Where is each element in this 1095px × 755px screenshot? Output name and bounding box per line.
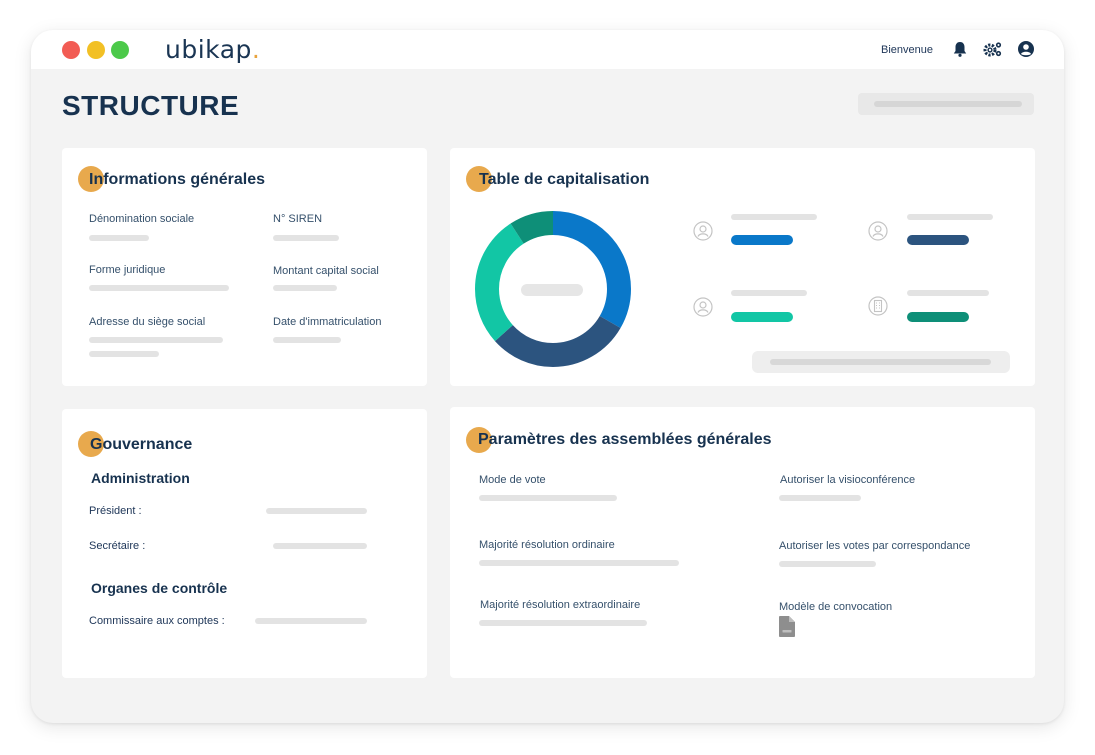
address-value-line2 [89,351,159,357]
ordinary-majority-label: Majorité résolution ordinaire [479,539,615,551]
holder-name [731,214,817,220]
assemblies-card: Paramètres des assemblées générales Mode… [450,407,1035,678]
pdf-file-icon[interactable] [779,616,795,637]
extraordinary-majority-label: Majorité résolution extraordinaire [480,599,641,611]
capital-label: Montant capital social [273,265,379,277]
cap-table-card: Table de capitalisation [450,148,1035,386]
holder-bar-teal [731,312,793,322]
secretary-label: Secrétaire : [89,540,146,552]
cap-donut-chart[interactable] [473,209,633,369]
siren-value [273,235,339,241]
page-title: STRUCTURE [62,90,240,121]
app-window: ubikap. Bienvenue STRUCTURE Informations… [31,30,1064,723]
denomination-value [89,235,149,241]
ordinary-majority-value [479,560,679,566]
extraordinary-majority-value [479,620,647,626]
welcome-text: Bienvenue [881,44,933,56]
correspondence-value [779,561,876,567]
president-value [266,508,367,514]
address-value-line1 [89,337,223,343]
address-label: Adresse du siège social [89,316,206,328]
cap-table-action-placeholder[interactable] [752,351,1010,373]
top-bar: ubikap. Bienvenue [31,30,1064,69]
auditor-value [255,618,367,624]
user-icon [693,221,713,241]
siren-label: N° SIREN [273,213,323,225]
card-title: Gouvernance [90,436,193,453]
card-title: Informations générales [89,171,266,188]
holder-name [907,214,993,220]
registration-date-value [273,337,341,343]
user-icon [693,297,713,317]
correspondence-label: Autoriser les votes par correspondance [779,540,971,552]
window-minimize-dot[interactable] [87,41,105,59]
window-close-dot[interactable] [62,41,80,59]
denomination-label: Dénomination sociale [89,213,195,225]
administration-heading: Administration [91,470,190,486]
control-bodies-heading: Organes de contrôle [91,580,228,596]
registration-date-label: Date d'immatriculation [273,316,382,328]
window-maximize-dot[interactable] [111,41,129,59]
user-icon [868,221,888,241]
auditor-label: Commissaire aux comptes : [89,615,225,627]
visio-value [779,495,861,501]
gears-icon[interactable] [982,40,1004,58]
template-label: Modèle de convocation [779,601,893,613]
vote-mode-value [479,495,617,501]
holder-bar-green [907,312,969,322]
card-title: Table de capitalisation [479,171,650,188]
app-logo[interactable]: ubikap. [165,35,260,64]
bell-icon[interactable] [951,40,969,58]
holder-name [731,290,807,296]
legal-form-label: Forme juridique [89,264,166,276]
visio-label: Autoriser la visioconférence [780,474,916,486]
secretary-value [273,543,367,549]
vote-mode-label: Mode de vote [479,474,546,486]
donut-center-placeholder [521,284,583,296]
building-icon [868,296,888,316]
user-circle-icon[interactable] [1017,40,1035,58]
governance-card: Gouvernance Administration Président : S… [62,409,427,678]
header-action-placeholder[interactable] [858,93,1034,115]
president-label: Président : [89,505,142,517]
holder-name [907,290,989,296]
general-info-card: Informations générales Dénomination soci… [62,148,427,386]
holder-bar-blue [731,235,793,245]
legal-form-value [89,285,229,291]
holder-bar-navy [907,235,969,245]
capital-value [273,285,337,291]
card-title: Paramètres des assemblées générales [478,431,772,448]
